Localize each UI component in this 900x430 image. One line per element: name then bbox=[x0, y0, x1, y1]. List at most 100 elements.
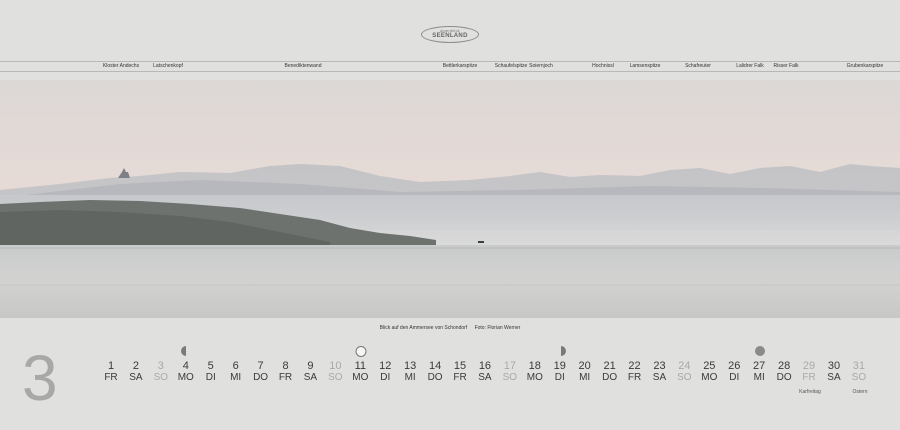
day-number: 15 bbox=[453, 360, 467, 372]
peak-label: Latschenkopf bbox=[153, 63, 183, 69]
day-number: 1 bbox=[107, 360, 115, 372]
peak-label: Bettlerkarspitze bbox=[442, 63, 478, 69]
day-number: 14 bbox=[428, 360, 442, 372]
weekday-label: DO bbox=[602, 372, 618, 383]
weekday-label: MI bbox=[404, 372, 416, 383]
weekday-label: DI bbox=[380, 372, 391, 383]
calendar-day: 3 SO bbox=[149, 360, 173, 384]
day-number: 19 bbox=[553, 360, 566, 372]
day-number: 28 bbox=[777, 360, 791, 372]
weekday-label: DO bbox=[427, 372, 443, 383]
peak-label-band: Kloster Andechs Latschenkopf Benediktenw… bbox=[0, 62, 900, 71]
calendar-day: 16 SA bbox=[473, 360, 497, 384]
caption-text: Blick auf den Ammersee von Schondorf bbox=[379, 325, 468, 331]
peak-label: Lamsenspitze bbox=[629, 63, 661, 69]
weekday-label: SO bbox=[153, 372, 169, 383]
peak-label: Grubenkarspitze bbox=[846, 63, 884, 69]
weekday-label: SA bbox=[129, 372, 143, 383]
weekday-label: MO bbox=[701, 372, 718, 383]
moon-full-icon bbox=[755, 346, 765, 356]
day-number: 16 bbox=[478, 360, 492, 372]
calendar-day: 27 MI bbox=[747, 360, 771, 384]
calendar-day: 11 MO bbox=[348, 360, 372, 384]
calendar-day: 14 DO bbox=[423, 360, 447, 384]
weekday-label: SO bbox=[328, 372, 343, 383]
peak-label: Soiernjoch bbox=[529, 63, 553, 69]
calendar-day: 26 DI bbox=[722, 360, 746, 384]
weekday-label: DO bbox=[253, 372, 269, 383]
weekday-label: MI bbox=[579, 372, 591, 383]
day-number: 10 bbox=[329, 360, 342, 372]
calendar-day: 2 SA bbox=[124, 360, 148, 384]
calendar-day: 7 DO bbox=[249, 360, 273, 384]
day-number: 5 bbox=[207, 360, 214, 372]
peak-label: Hochnissl bbox=[592, 63, 614, 69]
peak-label: Lalidrer Falk bbox=[736, 63, 764, 69]
weekday-label: MI bbox=[753, 372, 765, 383]
day-number: 9 bbox=[307, 360, 314, 372]
day-number: 18 bbox=[528, 360, 541, 372]
weekday-label: SO bbox=[502, 372, 518, 383]
day-number: 7 bbox=[257, 360, 264, 372]
day-number: 8 bbox=[282, 360, 289, 372]
calendar-day: 4 MO bbox=[174, 360, 198, 384]
calendar-day: 19 DI bbox=[548, 360, 572, 384]
day-number: 3 bbox=[157, 360, 164, 372]
day-number: 13 bbox=[404, 360, 417, 372]
calendar-day: 10 SO bbox=[323, 360, 347, 384]
calendar-day: 13 MI bbox=[398, 360, 422, 384]
photo-credit: Foto: Florian Werner bbox=[474, 325, 521, 331]
weekday-label: SO bbox=[677, 372, 692, 383]
calendar-day: 25 MO bbox=[697, 360, 721, 384]
day-number: 29 bbox=[802, 360, 816, 372]
peak-label: Schaufelspitze bbox=[494, 63, 528, 69]
calendar-day: 12 DI bbox=[373, 360, 397, 384]
calendar-day: 28 DO bbox=[772, 360, 796, 384]
weekday-label: DI bbox=[554, 372, 565, 383]
day-number: 27 bbox=[753, 360, 766, 372]
calendar-day: 18 MO bbox=[523, 360, 547, 384]
day-number: 20 bbox=[578, 360, 591, 372]
month-number: 3 bbox=[22, 342, 58, 414]
weekday-label: MO bbox=[526, 372, 543, 383]
peak-label: Benediktenwand bbox=[284, 63, 322, 69]
calendar-day: 24 SO bbox=[672, 360, 696, 384]
calendar-day: 20 MI bbox=[573, 360, 597, 384]
day-number: 21 bbox=[603, 360, 616, 372]
calendar-day: 1 FR bbox=[99, 360, 123, 384]
logo-line-2: SEENLAND bbox=[432, 33, 468, 39]
calendar-day: 29 FR bbox=[797, 360, 821, 384]
weekday-label: MI bbox=[230, 372, 242, 383]
calendar-day: 21 DO bbox=[598, 360, 622, 384]
day-number: 23 bbox=[653, 360, 666, 372]
weekday-label: SA bbox=[478, 372, 492, 383]
moon-last-quarter-icon bbox=[181, 346, 191, 356]
weekday-label: MO bbox=[177, 372, 194, 383]
lake-panorama-photo bbox=[0, 80, 900, 318]
peak-label: Risser Falk bbox=[773, 63, 799, 69]
publisher-logo: alpenblick SEENLAND bbox=[421, 26, 479, 43]
day-number: 31 bbox=[852, 360, 866, 372]
weekday-label: SA bbox=[827, 372, 841, 383]
calendar-day: 8 FR bbox=[274, 360, 298, 384]
weekday-label: SA bbox=[303, 372, 318, 383]
peak-label: Kloster Andechs bbox=[102, 63, 140, 69]
label-band-bottom-rule bbox=[0, 71, 900, 72]
peak-label: Schafreuter bbox=[685, 63, 711, 69]
weekday-label: FR bbox=[627, 372, 642, 383]
day-number: 17 bbox=[503, 360, 516, 372]
day-number: 24 bbox=[678, 360, 691, 372]
weekday-label: FR bbox=[104, 372, 118, 383]
weekday-label: SO bbox=[851, 372, 867, 383]
moon-first-quarter-icon bbox=[556, 346, 566, 356]
weekday-label: FR bbox=[278, 372, 293, 383]
weekday-label: FR bbox=[802, 372, 816, 383]
weekday-label: DI bbox=[205, 372, 216, 383]
weekday-label: SA bbox=[652, 372, 667, 383]
day-number: 11 bbox=[354, 360, 366, 372]
day-number: 25 bbox=[703, 360, 716, 372]
photo-caption: Blick auf den Ammersee von Schondorf Fot… bbox=[0, 325, 900, 331]
calendar-day: 22 FR bbox=[623, 360, 647, 384]
weekday-label: DO bbox=[776, 372, 792, 383]
weekday-label: DI bbox=[729, 372, 740, 383]
